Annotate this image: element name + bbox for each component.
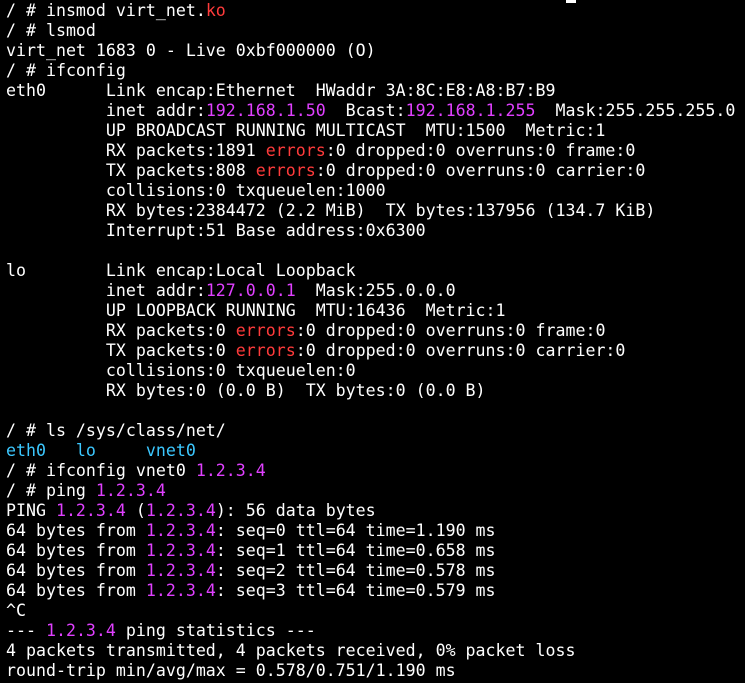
highlighted-text: 1.2.3.4 (145, 501, 216, 520)
terminal-text: 64 bytes from (6, 521, 146, 540)
highlighted-text: 1.2.3.4 (145, 581, 216, 600)
terminal-line: UP BROADCAST RUNNING MULTICAST MTU:1500 … (6, 121, 735, 141)
terminal-line: UP LOOPBACK RUNNING MTU:16436 Metric:1 (6, 301, 735, 321)
terminal-text: 64 bytes from (6, 581, 146, 600)
terminal-window[interactable]: / # insmod virt_net.ko / # lsmod virt_net … (0, 0, 745, 683)
terminal-line: ^C (6, 601, 735, 621)
terminal-line: virt_net 1683 0 - Live 0xbf000000 (O) (6, 41, 735, 61)
terminal-line: Interrupt:51 Base address:0x6300 (6, 221, 735, 241)
terminal-line: / # ifconfig vnet0 1.2.3.4 (6, 461, 735, 481)
terminal-text: UP LOOPBACK RUNNING MTU:16436 Metric:1 (6, 301, 506, 320)
terminal-text: collisions:0 txqueuelen:0 (6, 361, 356, 380)
highlighted-text: errors (265, 141, 326, 160)
terminal-line: 64 bytes from 1.2.3.4: seq=1 ttl=64 time… (6, 541, 735, 561)
terminal-line: eth0 lo vnet0 (6, 441, 735, 461)
terminal-line: RX bytes:0 (0.0 B) TX bytes:0 (0.0 B) (6, 381, 735, 401)
terminal-text: :0 dropped:0 overruns:0 carrier:0 (295, 341, 626, 360)
terminal-text: round-trip min/avg/max = 0.578/0.751/1.1… (6, 661, 456, 680)
terminal-line: inet addr:127.0.0.1 Mask:255.0.0.0 (6, 281, 735, 301)
terminal-line: collisions:0 txqueuelen:1000 (6, 181, 735, 201)
highlighted-text: errors (235, 321, 296, 340)
terminal-line: --- 1.2.3.4 ping statistics --- (6, 621, 735, 641)
terminal-text: ( (125, 501, 146, 520)
terminal-line: 64 bytes from 1.2.3.4: seq=3 ttl=64 time… (6, 581, 735, 601)
highlighted-text: errors (255, 161, 316, 180)
terminal-text: / # ifconfig vnet0 (6, 461, 196, 480)
terminal-line: 64 bytes from 1.2.3.4: seq=2 ttl=64 time… (6, 561, 735, 581)
terminal-text: lo Link encap:Local Loopback (6, 261, 356, 280)
terminal-text: RX packets:1891 (6, 141, 266, 160)
terminal-line: / # ifconfig (6, 61, 735, 81)
highlighted-text: 192.168.1.50 (205, 101, 326, 120)
terminal-line: / # insmod virt_net.ko (6, 1, 735, 21)
terminal-text: / # lsmod (6, 21, 96, 40)
highlighted-text: 1.2.3.4 (95, 481, 166, 500)
terminal-text: :0 dropped:0 overruns:0 frame:0 (295, 321, 606, 340)
terminal-text: ping statistics --- (115, 621, 316, 640)
terminal-text: Mask:255.255.255.0 (535, 101, 736, 120)
terminal-text: inet addr: (6, 281, 206, 300)
highlighted-text: 1.2.3.4 (145, 521, 216, 540)
terminal-line: RX packets:1891 errors:0 dropped:0 overr… (6, 141, 735, 161)
terminal-line: / # ping 1.2.3.4 (6, 481, 735, 501)
terminal-text: / # ping (6, 481, 96, 500)
terminal-text: UP BROADCAST RUNNING MULTICAST MTU:1500 … (6, 121, 606, 140)
highlighted-text: eth0 lo vnet0 (6, 441, 196, 460)
terminal-text: eth0 Link encap:Ethernet HWaddr 3A:8C:E8… (6, 81, 556, 100)
terminal-text: RX packets:0 (6, 321, 236, 340)
terminal-text: / # insmod virt_net. (6, 1, 206, 20)
highlighted-text: 1.2.3.4 (45, 621, 116, 640)
terminal-text: : seq=1 ttl=64 time=0.658 ms (215, 541, 496, 560)
terminal-text: Mask:255.0.0.0 (295, 281, 456, 300)
highlighted-text: 127.0.0.1 (205, 281, 296, 300)
terminal-text: : seq=0 ttl=64 time=1.190 ms (215, 521, 496, 540)
terminal-text: TX packets:0 (6, 341, 236, 360)
terminal-text: inet addr: (6, 101, 206, 120)
terminal-line: RX bytes:2384472 (2.2 MiB) TX bytes:1379… (6, 201, 735, 221)
highlighted-text: 192.168.1.255 (405, 101, 536, 120)
terminal-text: virt_net 1683 0 - Live 0xbf000000 (O) (6, 41, 376, 60)
terminal-text: RX bytes:2384472 (2.2 MiB) TX bytes:1379… (6, 201, 656, 220)
highlighted-text: 1.2.3.4 (195, 461, 266, 480)
terminal-line: eth0 Link encap:Ethernet HWaddr 3A:8C:E8… (6, 81, 735, 101)
terminal-text: :0 dropped:0 overruns:0 carrier:0 (315, 161, 646, 180)
terminal-text: / # ls /sys/class/net/ (6, 421, 226, 440)
terminal-line: PING 1.2.3.4 (1.2.3.4): 56 data bytes (6, 501, 735, 521)
terminal-line: inet addr:192.168.1.50 Bcast:192.168.1.2… (6, 101, 735, 121)
terminal-text: : seq=3 ttl=64 time=0.579 ms (215, 581, 496, 600)
terminal-text: Bcast: (325, 101, 406, 120)
terminal-text: RX bytes:0 (0.0 B) TX bytes:0 (0.0 B) (6, 381, 486, 400)
terminal-line: / # ls /sys/class/net/ (6, 421, 735, 441)
terminal-line: / # lsmod (6, 21, 735, 41)
terminal-text: 64 bytes from (6, 561, 146, 580)
highlighted-text: 1.2.3.4 (55, 501, 126, 520)
terminal-text: Interrupt:51 Base address:0x6300 (6, 221, 426, 240)
terminal-text: --- (6, 621, 46, 640)
terminal-text: / # ifconfig (6, 61, 126, 80)
terminal-text: :0 dropped:0 overruns:0 frame:0 (325, 141, 636, 160)
terminal-text: ^C (6, 601, 26, 620)
terminal-text: 64 bytes from (6, 541, 146, 560)
terminal-text: ): 56 data bytes (215, 501, 376, 520)
highlighted-text: 1.2.3.4 (145, 541, 216, 560)
terminal-text: PING (6, 501, 56, 520)
terminal-line: 64 bytes from 1.2.3.4: seq=0 ttl=64 time… (6, 521, 735, 541)
highlighted-text: errors (235, 341, 296, 360)
terminal-line: lo Link encap:Local Loopback (6, 261, 735, 281)
terminal-text: collisions:0 txqueuelen:1000 (6, 181, 386, 200)
terminal-line: 4 packets transmitted, 4 packets receive… (6, 641, 735, 661)
terminal-line: TX packets:808 errors:0 dropped:0 overru… (6, 161, 735, 181)
terminal-line: collisions:0 txqueuelen:0 (6, 361, 735, 381)
terminal-line: round-trip min/avg/max = 0.578/0.751/1.1… (6, 661, 735, 681)
terminal-text: : seq=2 ttl=64 time=0.578 ms (215, 561, 496, 580)
highlighted-text: 1.2.3.4 (145, 561, 216, 580)
terminal-line: RX packets:0 errors:0 dropped:0 overruns… (6, 321, 735, 341)
terminal-text: 4 packets transmitted, 4 packets receive… (6, 641, 576, 660)
terminal-output: / # insmod virt_net.ko / # lsmod virt_net … (6, 1, 735, 681)
highlighted-text: ko (205, 1, 226, 20)
terminal-line: TX packets:0 errors:0 dropped:0 overruns… (6, 341, 735, 361)
terminal-text: TX packets:808 (6, 161, 256, 180)
